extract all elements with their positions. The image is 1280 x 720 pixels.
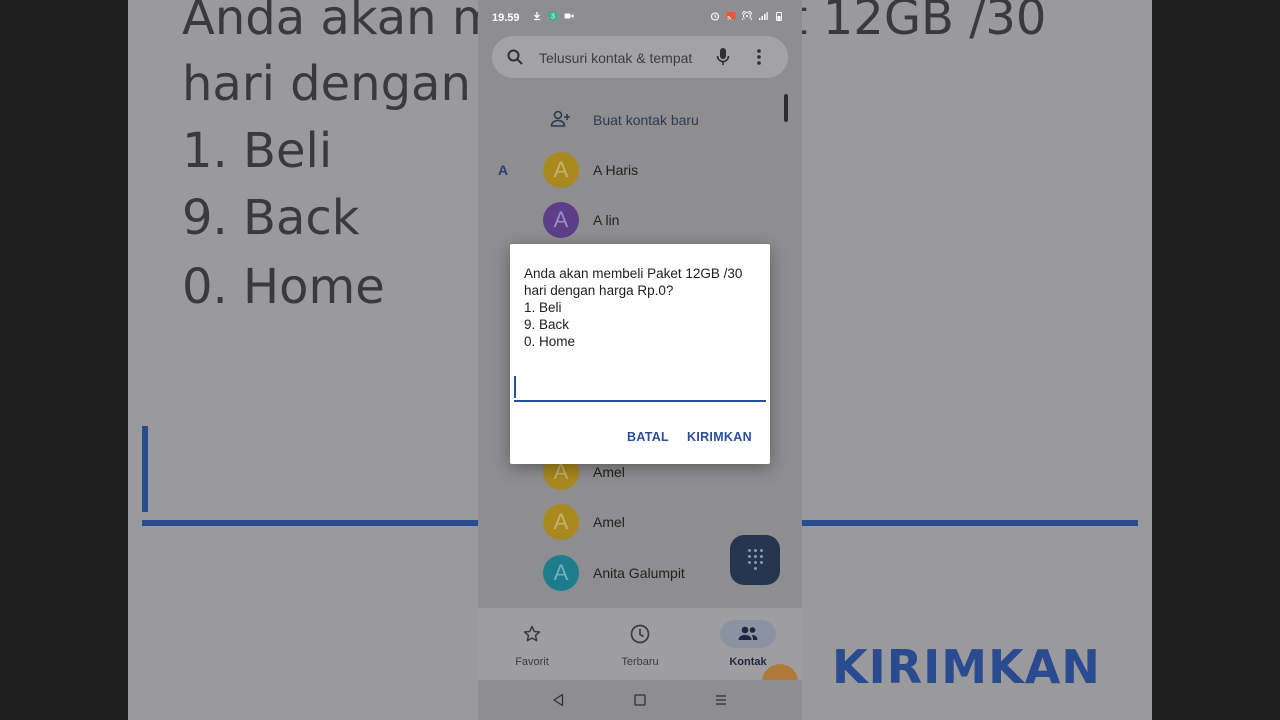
send-button[interactable]: KIRIMKAN xyxy=(687,430,752,444)
avatar: A xyxy=(543,504,579,540)
bg-message-line-4: 9. Back xyxy=(182,190,360,246)
avatar: A xyxy=(543,152,579,188)
signal-icon xyxy=(759,12,768,20)
back-icon[interactable] xyxy=(552,693,564,707)
dialog-option-beli: 1. Beli xyxy=(524,300,562,315)
svg-text:3: 3 xyxy=(551,14,555,21)
hotspot-icon xyxy=(742,11,752,21)
alarm-icon xyxy=(710,12,720,21)
home-icon[interactable] xyxy=(634,693,646,707)
nav-favorites-label: Favorit xyxy=(515,656,549,668)
avatar: A xyxy=(543,202,579,238)
nav-recents[interactable]: Terbaru xyxy=(586,608,694,680)
dialog-option-back: 9. Back xyxy=(524,317,570,332)
create-contact-label: Buat kontak baru xyxy=(593,112,699,128)
add-person-icon xyxy=(550,110,570,127)
contact-name: Anita Galumpit xyxy=(593,565,685,581)
battery-icon xyxy=(776,12,782,21)
star-icon xyxy=(523,625,541,642)
bg-message-line-5: 0. Home xyxy=(182,259,385,315)
ussd-reply-input[interactable] xyxy=(514,376,766,402)
contact-name: A lin xyxy=(593,212,620,228)
dialog-message-line: Anda akan membeli Paket 12GB /30 xyxy=(524,266,743,281)
dialog-message: Anda akan membeli Paket 12GB /30 hari de… xyxy=(524,265,764,350)
nav-recents-label: Terbaru xyxy=(621,656,659,668)
video-icon xyxy=(564,13,574,19)
mic-icon[interactable] xyxy=(715,47,731,67)
recent-apps-icon[interactable] xyxy=(714,693,728,707)
nav-favorites[interactable]: Favorit xyxy=(478,608,586,680)
bg-text-cursor xyxy=(142,426,148,512)
status-time: 19.59 xyxy=(492,12,520,24)
search-input[interactable]: Telusuri kontak & tempat xyxy=(539,50,692,66)
contact-row[interactable]: A A A Haris xyxy=(478,145,802,195)
contact-name: Amel xyxy=(593,514,625,530)
contact-name: Amel xyxy=(593,464,625,480)
system-navigation-bar xyxy=(478,680,802,720)
search-icon[interactable] xyxy=(506,48,524,66)
search-bar[interactable]: Telusuri kontak & tempat xyxy=(492,36,788,78)
status-bar: 19.59 3 xyxy=(478,0,802,36)
download-icon xyxy=(534,12,540,21)
create-contact-button[interactable]: Buat kontak baru xyxy=(478,100,802,140)
text-caret xyxy=(514,376,516,398)
ussd-dialog: Anda akan membeli Paket 12GB /30 hari de… xyxy=(510,244,770,464)
dialpad-icon xyxy=(748,549,763,570)
cast-icon xyxy=(726,12,736,20)
app-notification-icon: 3 xyxy=(548,11,558,21)
bg-send-label: KIRIMKAN xyxy=(832,640,1101,694)
section-letter: A xyxy=(498,162,509,178)
avatar: A xyxy=(543,555,579,591)
people-icon xyxy=(738,626,758,640)
clock-icon xyxy=(630,624,650,644)
bg-message-line-3: 1. Beli xyxy=(182,123,333,179)
bottom-navigation: Favorit Terbaru Kontak xyxy=(478,608,802,680)
contact-row[interactable]: A A lin xyxy=(478,195,802,245)
cancel-button[interactable]: BATAL xyxy=(627,430,669,444)
contact-name: A Haris xyxy=(593,162,639,178)
dialog-message-line: hari dengan harga Rp.0? xyxy=(524,283,674,298)
more-options-icon[interactable] xyxy=(756,48,762,66)
dialog-option-home: 0. Home xyxy=(524,334,576,349)
dialpad-button[interactable] xyxy=(730,535,780,585)
